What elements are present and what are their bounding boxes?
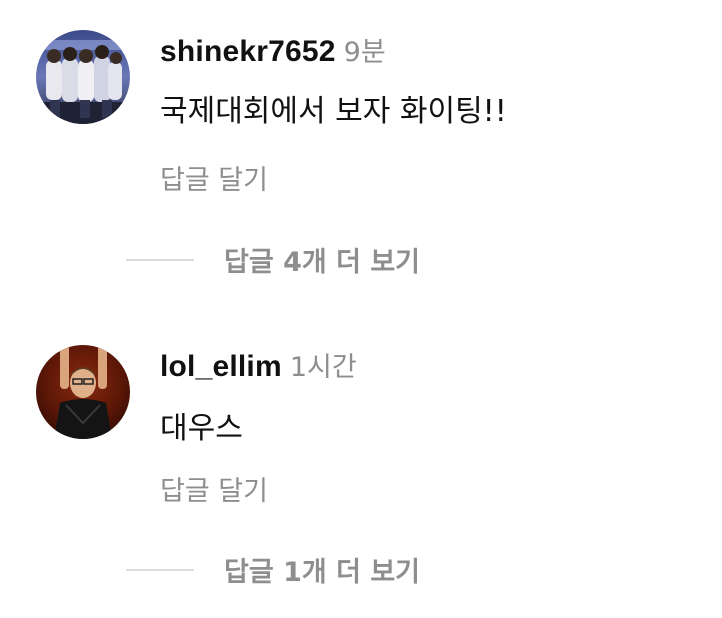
username[interactable]: shinekr7652 [160,35,336,68]
username[interactable]: lol_ellim [160,350,282,383]
comment-text: 국제대회에서 보자 화이팅!! [160,94,507,129]
person-arms-raised-avatar-image [36,345,130,439]
view-more-replies-label: 답글 4개 더 보기 [224,247,421,278]
comment-meta: lol_ellim 1시간 [160,345,357,384]
divider-line [126,258,194,261]
timestamp: 9분 [343,37,386,68]
comment-meta: shinekr7652 9분 [160,30,386,69]
avatar[interactable] [36,30,130,124]
team-photo-avatar-image [36,30,130,124]
comment-text: 대우스 [160,411,243,446]
reply-button[interactable]: 답글 달기 [160,469,268,508]
view-more-replies-button[interactable]: 답글 1개 더 보기 [126,550,420,589]
divider-line [126,568,194,571]
view-more-replies-label: 답글 1개 더 보기 [224,557,421,588]
reply-button[interactable]: 답글 달기 [160,158,268,197]
avatar[interactable] [36,345,130,439]
view-more-replies-button[interactable]: 답글 4개 더 보기 [126,240,420,279]
timestamp: 1시간 [289,352,357,383]
